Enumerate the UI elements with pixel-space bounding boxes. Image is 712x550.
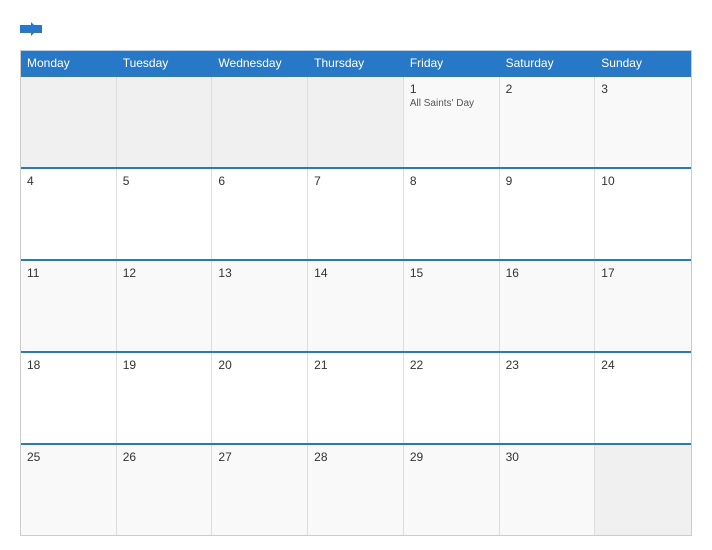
- day-header-monday: Monday: [21, 51, 117, 75]
- day-number: 10: [601, 174, 685, 188]
- day-cell: 15: [404, 261, 500, 351]
- day-number: 3: [601, 82, 685, 96]
- day-number: 25: [27, 450, 110, 464]
- day-cell: [21, 77, 117, 167]
- day-header-saturday: Saturday: [500, 51, 596, 75]
- day-cell: 2: [500, 77, 596, 167]
- day-cell: [308, 77, 404, 167]
- day-header-friday: Friday: [404, 51, 500, 75]
- day-cell: 26: [117, 445, 213, 535]
- weeks-container: 1 All Saints' Day 23 456789 10 11 12 13 14 15 16 17…: [21, 75, 691, 535]
- day-header-sunday: Sunday: [595, 51, 691, 75]
- day-header-thursday: Thursday: [308, 51, 404, 75]
- day-cell: 27: [212, 445, 308, 535]
- day-cell: 19: [117, 353, 213, 443]
- logo-icon: [20, 18, 42, 40]
- logo: [20, 18, 46, 40]
- calendar-page: MondayTuesdayWednesdayThursdayFridaySatu…: [0, 0, 712, 550]
- day-cell: 24: [595, 353, 691, 443]
- day-cell: 12: [117, 261, 213, 351]
- day-cell: 10: [595, 169, 691, 259]
- day-cell: 14: [308, 261, 404, 351]
- day-number: 15: [410, 266, 493, 280]
- day-cell: 20: [212, 353, 308, 443]
- week-row-5: 25 26 27 28 29 30: [21, 443, 691, 535]
- day-cell: 16: [500, 261, 596, 351]
- day-number: 26: [123, 450, 206, 464]
- day-cell: 28: [308, 445, 404, 535]
- day-number: 27: [218, 450, 301, 464]
- day-cell: 7: [308, 169, 404, 259]
- header: [20, 18, 692, 40]
- day-cell: [595, 445, 691, 535]
- day-number: 30: [506, 450, 589, 464]
- day-number: 24: [601, 358, 685, 372]
- day-number: 23: [506, 358, 589, 372]
- day-number: 6: [218, 174, 301, 188]
- day-cell: 18: [21, 353, 117, 443]
- day-number: 22: [410, 358, 493, 372]
- holiday-label: All Saints' Day: [410, 98, 493, 109]
- day-number: 8: [410, 174, 493, 188]
- day-number: 11: [27, 266, 110, 280]
- week-row-2: 456789 10: [21, 167, 691, 259]
- day-number: 1: [410, 82, 493, 96]
- day-cell: [117, 77, 213, 167]
- day-cell: 3: [595, 77, 691, 167]
- day-cell: 6: [212, 169, 308, 259]
- day-cell: 5: [117, 169, 213, 259]
- day-number: 18: [27, 358, 110, 372]
- day-cell: 8: [404, 169, 500, 259]
- day-number: 14: [314, 266, 397, 280]
- day-number: 13: [218, 266, 301, 280]
- day-number: 5: [123, 174, 206, 188]
- day-cell: 23: [500, 353, 596, 443]
- day-number: 17: [601, 266, 685, 280]
- day-cell: 25: [21, 445, 117, 535]
- day-cell: 29: [404, 445, 500, 535]
- day-number: 9: [506, 174, 589, 188]
- day-cell: 17: [595, 261, 691, 351]
- day-cell: 11: [21, 261, 117, 351]
- week-row-3: 11 12 13 14 15 16 17: [21, 259, 691, 351]
- day-number: 2: [506, 82, 589, 96]
- day-number: 28: [314, 450, 397, 464]
- day-cell: 22: [404, 353, 500, 443]
- day-number: 4: [27, 174, 110, 188]
- day-cell: 13: [212, 261, 308, 351]
- day-cell: 1 All Saints' Day: [404, 77, 500, 167]
- day-number: 21: [314, 358, 397, 372]
- day-number: 12: [123, 266, 206, 280]
- day-header-wednesday: Wednesday: [212, 51, 308, 75]
- day-number: 29: [410, 450, 493, 464]
- day-header-tuesday: Tuesday: [117, 51, 213, 75]
- week-row-4: 18 19 20 21 22 23 24: [21, 351, 691, 443]
- day-number: 20: [218, 358, 301, 372]
- day-cell: 9: [500, 169, 596, 259]
- day-cell: [212, 77, 308, 167]
- day-number: 19: [123, 358, 206, 372]
- day-cell: 4: [21, 169, 117, 259]
- day-number: 16: [506, 266, 589, 280]
- week-row-1: 1 All Saints' Day 23: [21, 75, 691, 167]
- day-cell: 21: [308, 353, 404, 443]
- calendar-grid: MondayTuesdayWednesdayThursdayFridaySatu…: [20, 50, 692, 536]
- day-cell: 30: [500, 445, 596, 535]
- day-headers-row: MondayTuesdayWednesdayThursdayFridaySatu…: [21, 51, 691, 75]
- day-number: 7: [314, 174, 397, 188]
